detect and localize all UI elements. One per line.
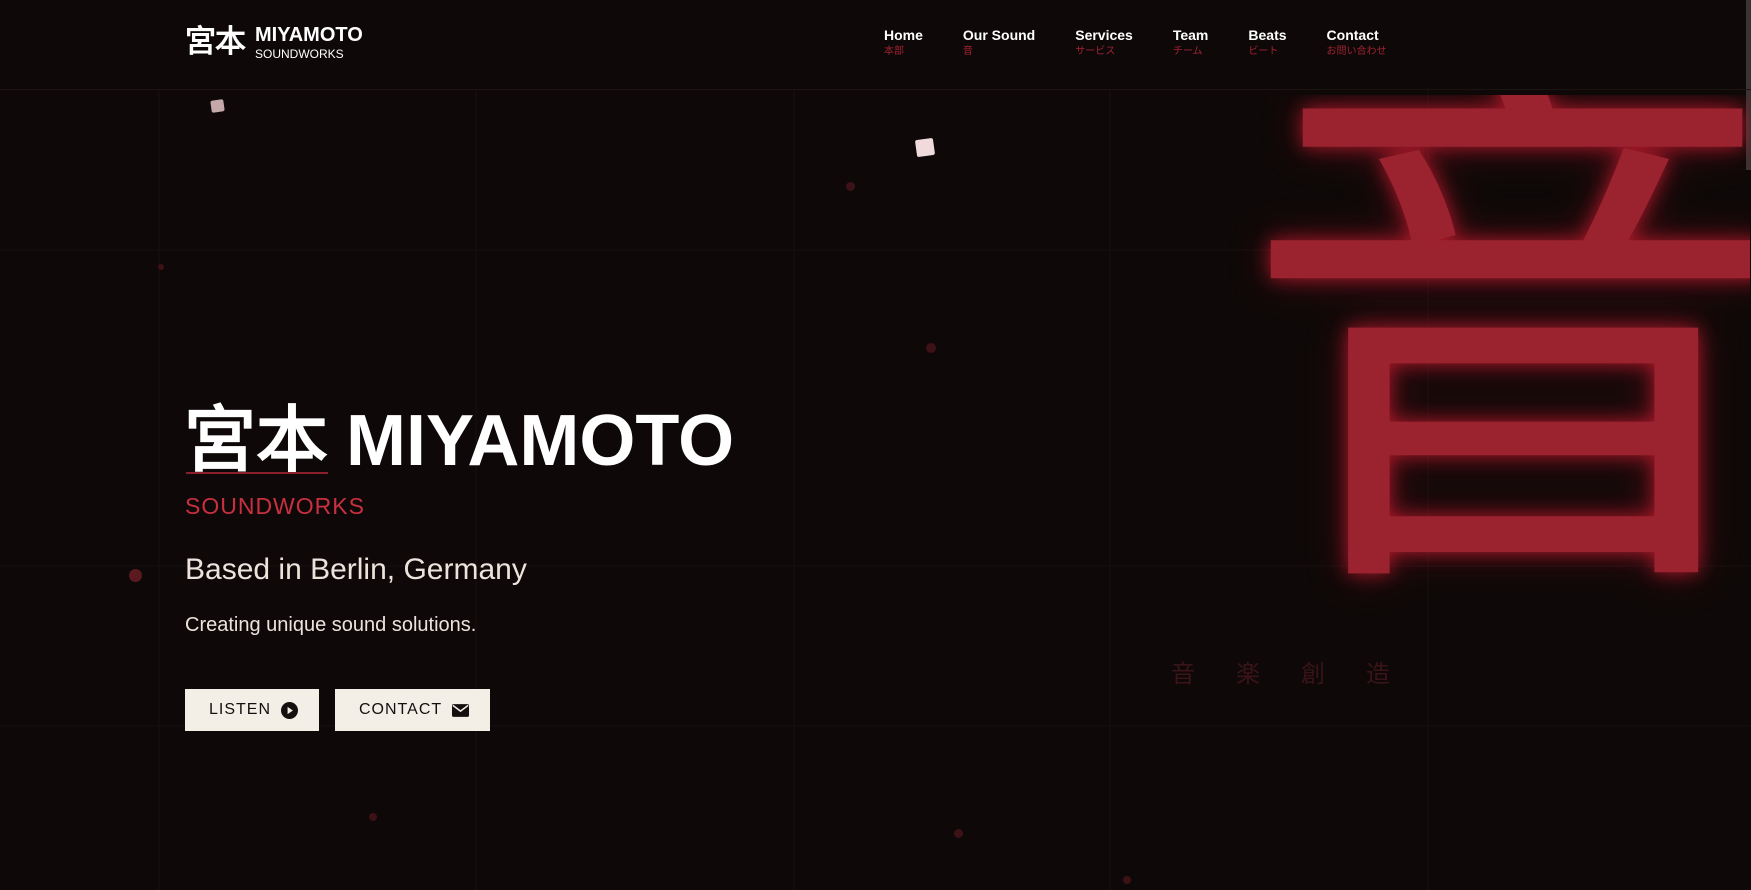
listen-button[interactable]: LISTEN <box>185 689 319 731</box>
decorative-kanji: 造 <box>1366 660 1390 688</box>
contact-button-label: CONTACT <box>359 701 443 718</box>
listen-button-label: LISTEN <box>209 701 272 718</box>
decorative-glyph-panel: 音 <box>1150 95 1750 664</box>
logo[interactable]: 宮本 MIYAMOTO SOUNDWORKS <box>185 24 363 61</box>
nav-item-home[interactable]: Home 本部 <box>884 26 923 59</box>
nav-item-services[interactable]: Services サービス <box>1075 26 1133 59</box>
hero-title: 宮本 MIYAMOTO <box>184 400 734 481</box>
nav-item-our-sound[interactable]: Our Sound 音 <box>963 26 1035 59</box>
floating-dot <box>369 813 377 821</box>
hero-title-en: MIYAMOTO <box>346 401 735 481</box>
floating-particle <box>914 137 936 158</box>
floating-particle <box>210 99 225 113</box>
floating-dot <box>158 264 164 270</box>
nav-item-beats[interactable]: Beats ビート <box>1248 26 1286 59</box>
nav-label-jp: サービス <box>1075 46 1116 57</box>
hero-location: Based in Berlin, Germany <box>185 553 527 586</box>
envelope-icon <box>452 703 470 717</box>
contact-button[interactable]: CONTACT <box>335 689 490 731</box>
logo-name: MIYAMOTO <box>255 24 363 46</box>
nav-label-jp: お問い合わせ <box>1326 46 1387 57</box>
nav-label-jp: チーム <box>1172 46 1203 57</box>
floating-dot <box>1123 876 1131 884</box>
nav-label: Home <box>884 27 923 43</box>
logo-kanji: 宮本 <box>185 24 246 60</box>
nav-label-jp: ビート <box>1248 46 1279 57</box>
hero-subtitle: SOUNDWORKS <box>185 493 365 519</box>
nav-label: Beats <box>1248 27 1287 43</box>
nav-item-contact[interactable]: Contact お問い合わせ <box>1327 26 1387 59</box>
main-nav: Home 本部 Our Sound 音 Services サービス Team チ… <box>884 26 1387 59</box>
nav-label: Our Sound <box>962 27 1036 43</box>
nav-item-team[interactable]: Team チーム <box>1173 26 1209 59</box>
floating-dot <box>129 569 142 582</box>
decorative-kanji-row: 音 楽 創 造 <box>1171 654 1431 689</box>
logo-subtitle: SOUNDWORKS <box>255 47 344 61</box>
page: 宮本 MIYAMOTO SOUNDWORKS Home 本部 Our Sound… <box>0 0 1751 890</box>
hero-description: Creating unique sound solutions. <box>185 614 477 636</box>
floating-dot <box>926 343 936 353</box>
floating-dot <box>954 829 963 838</box>
nav-label-jp: 音 <box>962 46 973 57</box>
logo-text: MIYAMOTO SOUNDWORKS <box>255 24 363 61</box>
site-header: 宮本 MIYAMOTO SOUNDWORKS Home 本部 Our Sound… <box>0 0 1751 90</box>
hero-title-jp: 宮本 <box>184 398 329 482</box>
decorative-kanji: 創 <box>1301 660 1325 688</box>
decorative-sound-glyph: 音 <box>1240 95 1750 661</box>
decorative-kanji: 音 <box>1171 660 1195 688</box>
nav-label: Services <box>1075 27 1133 43</box>
nav-label-jp: 本部 <box>884 46 904 57</box>
play-circle-icon <box>281 701 299 719</box>
decorative-kanji: 楽 <box>1236 660 1260 688</box>
nav-label: Team <box>1172 27 1209 43</box>
floating-dot <box>846 182 855 191</box>
nav-label: Contact <box>1326 27 1379 43</box>
